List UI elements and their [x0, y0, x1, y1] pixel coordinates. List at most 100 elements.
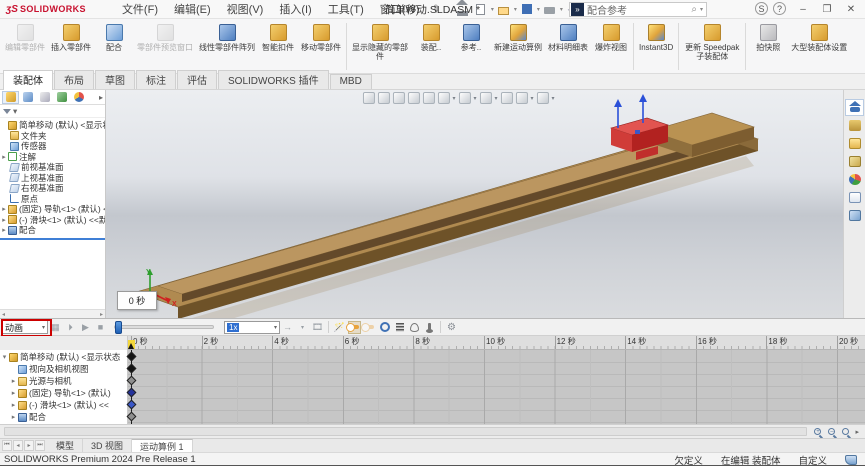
menu-view[interactable]: 视图(V)	[219, 0, 272, 19]
motion-row-rail[interactable]: ▸ (固定) 导轨<1> (默认)	[0, 387, 127, 399]
custom-status[interactable]: 自定义	[798, 453, 827, 466]
search-scope-icon[interactable]: »	[571, 3, 584, 16]
motion-row-camera-views[interactable]: 视向及相机视图	[0, 363, 127, 375]
new-document-button[interactable]	[473, 2, 489, 17]
menu-tools[interactable]: 工具(T)	[320, 0, 372, 19]
keyframe[interactable]	[126, 411, 137, 422]
save-caret-icon[interactable]: ▾	[537, 6, 540, 13]
timeline-zoom-fit-button[interactable]	[839, 426, 852, 438]
playback-speed-combo[interactable]: 1x ▾	[224, 320, 280, 334]
dimxpertmanager-tab[interactable]	[53, 91, 70, 104]
motion-row-slider[interactable]: ▸ (-) 滑块<1> (默认) <<	[0, 399, 127, 411]
keyframe[interactable]	[126, 387, 137, 398]
ribbon-button-update-speedpak[interactable]: 更新 Speedpak 子装配体	[681, 21, 743, 72]
save-button[interactable]	[519, 2, 535, 17]
motion-study-properties-button[interactable]	[445, 321, 458, 334]
ribbon-button-move-component[interactable]: 移动零部件	[298, 21, 344, 72]
ribbon-button-linear-pattern[interactable]: 线性零部件阵列	[196, 21, 258, 72]
pin-menu-icon[interactable]: ✎	[429, 2, 442, 16]
assembly-model[interactable]	[106, 90, 843, 318]
propertymanager-tab[interactable]	[19, 91, 36, 104]
timeline-expand-icon[interactable]: ▸	[855, 428, 859, 436]
rail-base-front[interactable]	[178, 139, 758, 318]
help-icon[interactable]: ?	[773, 2, 786, 15]
ribbon-button-new-motion-study[interactable]: 新建运动算例	[491, 21, 545, 72]
tree-item-assembly[interactable]: 简单移动 (默认) <显示状态-1>	[0, 120, 105, 131]
ribbon-button-reference-geometry[interactable]: 参考..	[451, 21, 491, 72]
configurationmanager-tab[interactable]	[36, 91, 53, 104]
tab-addins[interactable]: SOLIDWORKS 插件	[218, 70, 329, 89]
ribbon-button-bill-of-materials[interactable]: 材料明细表	[545, 21, 591, 72]
open-caret-icon[interactable]: ▾	[514, 6, 517, 13]
graphics-viewport[interactable]: ▾ ▾ ▾ ▾ ▾ Y X 0 秒	[106, 90, 843, 318]
search-box[interactable]: » 配合参考 ⌕ ▾	[569, 2, 707, 17]
ribbon-button-take-snapshot[interactable]: 拍快照	[748, 21, 788, 72]
tab-3d-views[interactable]: 3D 视图	[83, 439, 133, 452]
tree-item-mates[interactable]: ▸ 配合	[0, 225, 105, 236]
new-caret-icon[interactable]: ▾	[491, 6, 494, 13]
search-icon[interactable]: ⌕	[691, 4, 697, 15]
print-button[interactable]	[542, 2, 558, 17]
timebar-handle[interactable]	[128, 340, 135, 349]
keyframe[interactable]	[126, 363, 137, 374]
featuremanager-tab[interactable]	[2, 90, 19, 104]
timeline-grid[interactable]	[126, 350, 865, 424]
tree-item-slider[interactable]: ▸(-) 滑块<1> (默认) <<默认>_显	[0, 215, 105, 226]
ribbon-button-assembly-features[interactable]: 装配..	[411, 21, 451, 72]
ribbon-button-mate[interactable]: 配合	[94, 21, 134, 72]
timeline-zoom-in-button[interactable]: +	[811, 426, 824, 438]
search-caret-icon[interactable]: ▾	[700, 6, 703, 13]
animation-wizard-button[interactable]: 🪄	[333, 321, 346, 334]
displaymanager-tab[interactable]	[70, 91, 87, 104]
file-explorer-button[interactable]	[845, 135, 864, 152]
playback-mode-caret-icon[interactable]: ▾	[296, 321, 309, 334]
ribbon-button-exploded-view[interactable]: 爆炸视图	[591, 21, 631, 72]
appearances-button[interactable]	[845, 171, 864, 188]
motion-row-assembly[interactable]: ▾ 简单移动 (默认) <显示状态	[0, 351, 127, 363]
tab-first-icon[interactable]: ⏮	[2, 440, 12, 451]
ribbon-button-show-hidden[interactable]: 显示隐藏的零部件	[349, 21, 411, 72]
timeline-horizontal-scrollbar[interactable]	[4, 427, 808, 436]
motor-button[interactable]	[378, 321, 391, 334]
restore-button[interactable]: ❐	[815, 0, 839, 18]
ribbon-button-instant3d[interactable]: Instant3D	[636, 21, 676, 72]
tree-item-right-plane[interactable]: 右视基准面	[0, 183, 105, 194]
tab-layout[interactable]: 布局	[54, 70, 94, 89]
tab-markup[interactable]: 标注	[136, 70, 176, 89]
close-button[interactable]: ✕	[839, 0, 863, 18]
tree-item-folder[interactable]: 文件夹	[0, 131, 105, 142]
tree-filter-row[interactable]: ▾	[0, 105, 105, 118]
tree-item-sensors[interactable]: 传感器	[0, 141, 105, 152]
tree-item-rail[interactable]: ▸(固定) 导轨<1> (默认) <<默认>_	[0, 204, 105, 215]
tree-splitter[interactable]	[0, 237, 105, 240]
menu-edit[interactable]: 编辑(E)	[166, 0, 219, 19]
tab-next-icon[interactable]: ▸	[24, 440, 34, 451]
panel-overflow-icon[interactable]: ▸	[99, 93, 103, 102]
scroll-right-icon[interactable]: ▸	[100, 311, 103, 318]
login-icon[interactable]: S	[755, 2, 768, 15]
playback-mode-button[interactable]: →	[281, 321, 294, 334]
keyframe[interactable]	[126, 375, 137, 386]
rail-top[interactable]	[157, 131, 719, 295]
tab-last-icon[interactable]: ⏭	[35, 440, 45, 451]
menu-insert[interactable]: 插入(I)	[271, 0, 319, 19]
open-button[interactable]	[496, 2, 512, 17]
timeline-zoom-out-button[interactable]: –	[825, 426, 838, 438]
tree-item-origin[interactable]: 原点	[0, 194, 105, 205]
ribbon-button-smart-fasteners[interactable]: 智能扣件	[258, 21, 298, 72]
tab-prev-icon[interactable]: ◂	[13, 440, 23, 451]
menu-window[interactable]: 窗口(W)	[372, 0, 428, 19]
play-button[interactable]: ▶	[79, 321, 92, 334]
spring-button[interactable]	[393, 321, 406, 334]
play-from-start-button[interactable]: ⏵	[64, 321, 77, 334]
ribbon-button-insert-component[interactable]: 插入零部件	[48, 21, 94, 72]
home-button[interactable]	[455, 0, 471, 17]
study-type-combo[interactable]: 动画 ▾	[2, 320, 48, 334]
resources-button[interactable]	[845, 207, 864, 224]
tab-sketch[interactable]: 草图	[95, 70, 135, 89]
view-palette-button[interactable]	[845, 153, 864, 170]
tree-item-top-plane[interactable]: 上视基准面	[0, 173, 105, 184]
print-caret-icon[interactable]: ▾	[560, 6, 563, 13]
tab-mbd[interactable]: MBD	[329, 74, 372, 89]
menu-file[interactable]: 文件(F)	[114, 0, 166, 19]
